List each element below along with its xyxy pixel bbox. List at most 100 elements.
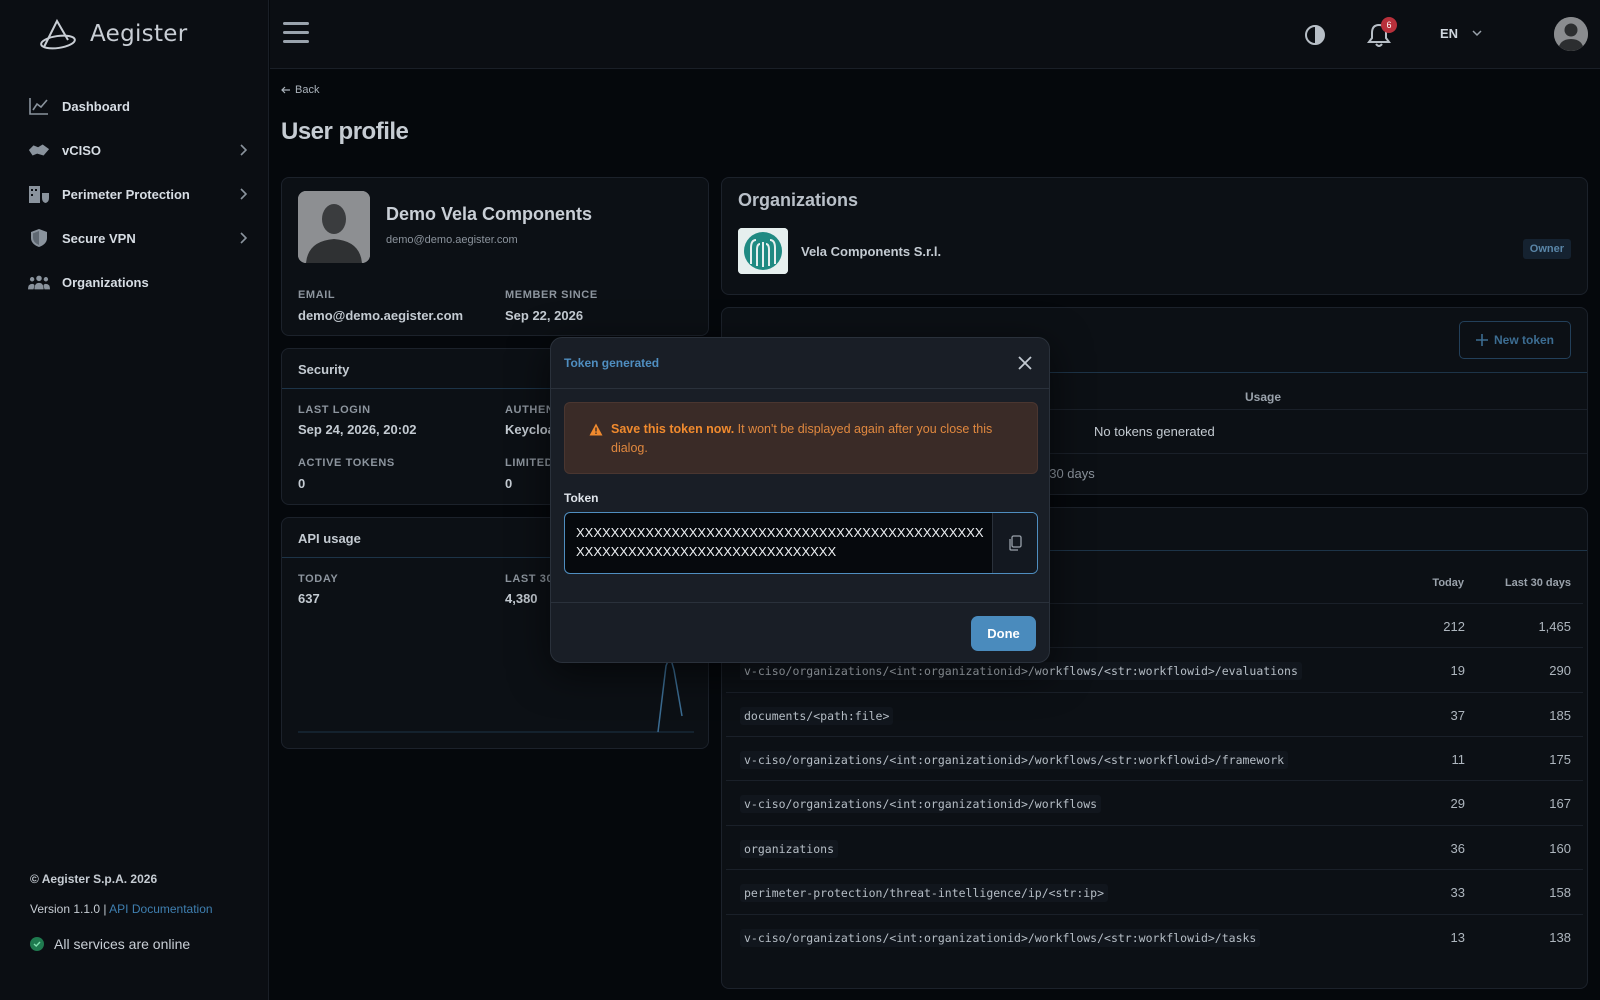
status-check-icon [30, 937, 44, 951]
menu-toggle-button[interactable] [283, 22, 309, 44]
last-login-value: Sep 24, 2026, 20:02 [298, 422, 417, 437]
people-group-icon [28, 271, 50, 293]
warning-triangle-icon [589, 423, 603, 436]
api-usage-title: API usage [298, 531, 361, 546]
new-token-label: New token [1493, 333, 1554, 347]
row-last30: 175 [1549, 752, 1571, 767]
close-icon[interactable] [1015, 353, 1035, 373]
limited-value: 0 [505, 476, 513, 491]
back-label: Back [295, 84, 320, 96]
organizations-title: Organizations [738, 190, 859, 210]
table-row: v-ciso/organizations/<int:organizationid… [726, 736, 1583, 780]
authentication-label: AUTHEN [505, 404, 555, 416]
endpoint-path: documents/<path:file> [740, 707, 894, 725]
last-login-label: LAST LOGIN [298, 404, 371, 416]
page-title: User profile [281, 118, 409, 145]
arrow-left-icon [281, 86, 290, 94]
row-last30: 1,465 [1538, 619, 1571, 634]
member-since-label: MEMBER SINCE [505, 289, 598, 301]
sidebar-item-label: Dashboard [62, 98, 130, 114]
table-row: documents/<path:file> 37 185 [726, 692, 1583, 736]
table-row: perimeter-protection/threat-intelligence… [726, 869, 1583, 913]
active-tokens-value: 0 [298, 476, 306, 491]
building-shield-icon [28, 183, 50, 205]
tokens-empty-state: No tokens generated [1094, 424, 1215, 439]
language-select[interactable]: EN [1440, 26, 1482, 41]
table-row: v-ciso/organizations/<int:organizationid… [726, 914, 1583, 958]
chevron-right-icon [236, 231, 250, 245]
warning-bold: Save this token now. [611, 422, 735, 436]
brand-name: Aegister [90, 21, 188, 47]
row-today: 212 [1443, 619, 1465, 634]
endpoint-path: perimeter-protection/threat-intelligence… [740, 884, 1109, 902]
endpoint-path: v-ciso/organizations/<int:organizationid… [740, 662, 1302, 680]
organization-logo [738, 228, 788, 274]
column-header-today: Today [1432, 577, 1464, 589]
version-text: Version 1.1.0 | [30, 902, 107, 916]
member-since-value: Sep 22, 2026 [505, 308, 584, 323]
token-value[interactable]: XXXXXXXXXXXXXXXXXXXXXXXXXXXXXXXXXXXXXXXX… [576, 523, 986, 561]
profile-photo [298, 191, 370, 263]
token-field[interactable]: XXXXXXXXXXXXXXXXXXXXXXXXXXXXXXXXXXXXXXXX… [564, 512, 1038, 574]
done-button[interactable]: Done [971, 616, 1036, 651]
handshake-icon [28, 139, 50, 161]
row-today: 13 [1450, 930, 1465, 945]
email-value: demo@demo.aegister.com [298, 308, 464, 323]
language-value: EN [1440, 26, 1459, 41]
sidebar-item-dashboard[interactable]: Dashboard [28, 84, 250, 128]
token-warning-alert: Save this token now. It won't be display… [564, 402, 1038, 474]
sidebar-item-perimeter-protection[interactable]: Perimeter Protection [28, 172, 250, 216]
row-today: 36 [1450, 841, 1465, 856]
notification-badge: 6 [1381, 17, 1397, 33]
sidebar: Aegister Dashboard vCISO Perimeter Prote… [0, 0, 269, 1000]
sidebar-item-secure-vpn[interactable]: Secure VPN [28, 216, 250, 260]
last-30-label: LAST 30 [505, 573, 554, 585]
table-row: organizations 36 160 [726, 825, 1583, 869]
status-text: All services are online [54, 936, 191, 952]
dialog-title: Token generated [564, 356, 660, 370]
version-info: Version 1.1.0 | API Documentation [30, 902, 213, 916]
api-documentation-link[interactable]: API Documentation [109, 902, 212, 916]
sidebar-item-organizations[interactable]: Organizations [28, 260, 250, 304]
column-header-last-30-days: Last 30 days [1504, 577, 1571, 589]
back-link[interactable]: Back [281, 84, 319, 96]
row-last30: 290 [1549, 663, 1571, 678]
last-30-value: 4,380 [505, 591, 538, 606]
copyright: © Aegister S.p.A. 2026 [30, 872, 158, 886]
organization-name[interactable]: Vela Components S.r.l. [801, 244, 941, 259]
copy-icon [1009, 535, 1022, 551]
new-token-button[interactable]: New token [1459, 321, 1571, 359]
shield-icon [28, 227, 50, 249]
sidebar-footer: © Aegister S.p.A. 2026 Version 1.1.0 | A… [30, 872, 213, 952]
row-today: 11 [1451, 752, 1466, 767]
usage-column-header: Usage [1245, 390, 1282, 404]
sidebar-item-label: Organizations [62, 274, 149, 290]
row-last30: 138 [1549, 930, 1571, 945]
endpoint-path: organizations [740, 840, 839, 858]
brand-logo[interactable]: Aegister [38, 18, 187, 50]
user-avatar[interactable] [1554, 17, 1588, 51]
sidebar-item-vciso[interactable]: vCISO [28, 128, 250, 172]
endpoint-path: v-ciso/organizations/<int:organizationid… [740, 929, 1261, 947]
row-today: 29 [1450, 796, 1465, 811]
organizations-card: Organizations Vela Components S.r.l. Own… [721, 177, 1588, 295]
profile-email-subtitle: demo@demo.aegister.com [386, 234, 518, 246]
chart-line-icon [28, 95, 50, 117]
chevron-right-icon [236, 143, 250, 157]
active-tokens-label: ACTIVE TOKENS [298, 457, 395, 469]
service-status: All services are online [30, 936, 213, 952]
role-badge: Owner [1522, 239, 1571, 259]
plus-icon [1475, 334, 1488, 346]
theme-toggle-icon[interactable] [1304, 24, 1326, 51]
row-last30: 158 [1549, 885, 1571, 900]
token-generated-dialog: Token generated Save this token now. It … [550, 337, 1050, 663]
endpoint-path: v-ciso/organizations/<int:organizationid… [740, 751, 1289, 769]
email-label: EMAIL [298, 289, 336, 301]
copy-token-button[interactable] [992, 513, 1037, 573]
today-value: 637 [298, 591, 320, 606]
topbar: 6 EN [270, 0, 1600, 69]
limited-label: LIMITED [505, 457, 554, 469]
security-title: Security [298, 362, 350, 377]
table-row: v-ciso/organizations/<int:organizationid… [726, 780, 1583, 824]
sidebar-nav: Dashboard vCISO Perimeter Protection Sec… [28, 84, 250, 304]
